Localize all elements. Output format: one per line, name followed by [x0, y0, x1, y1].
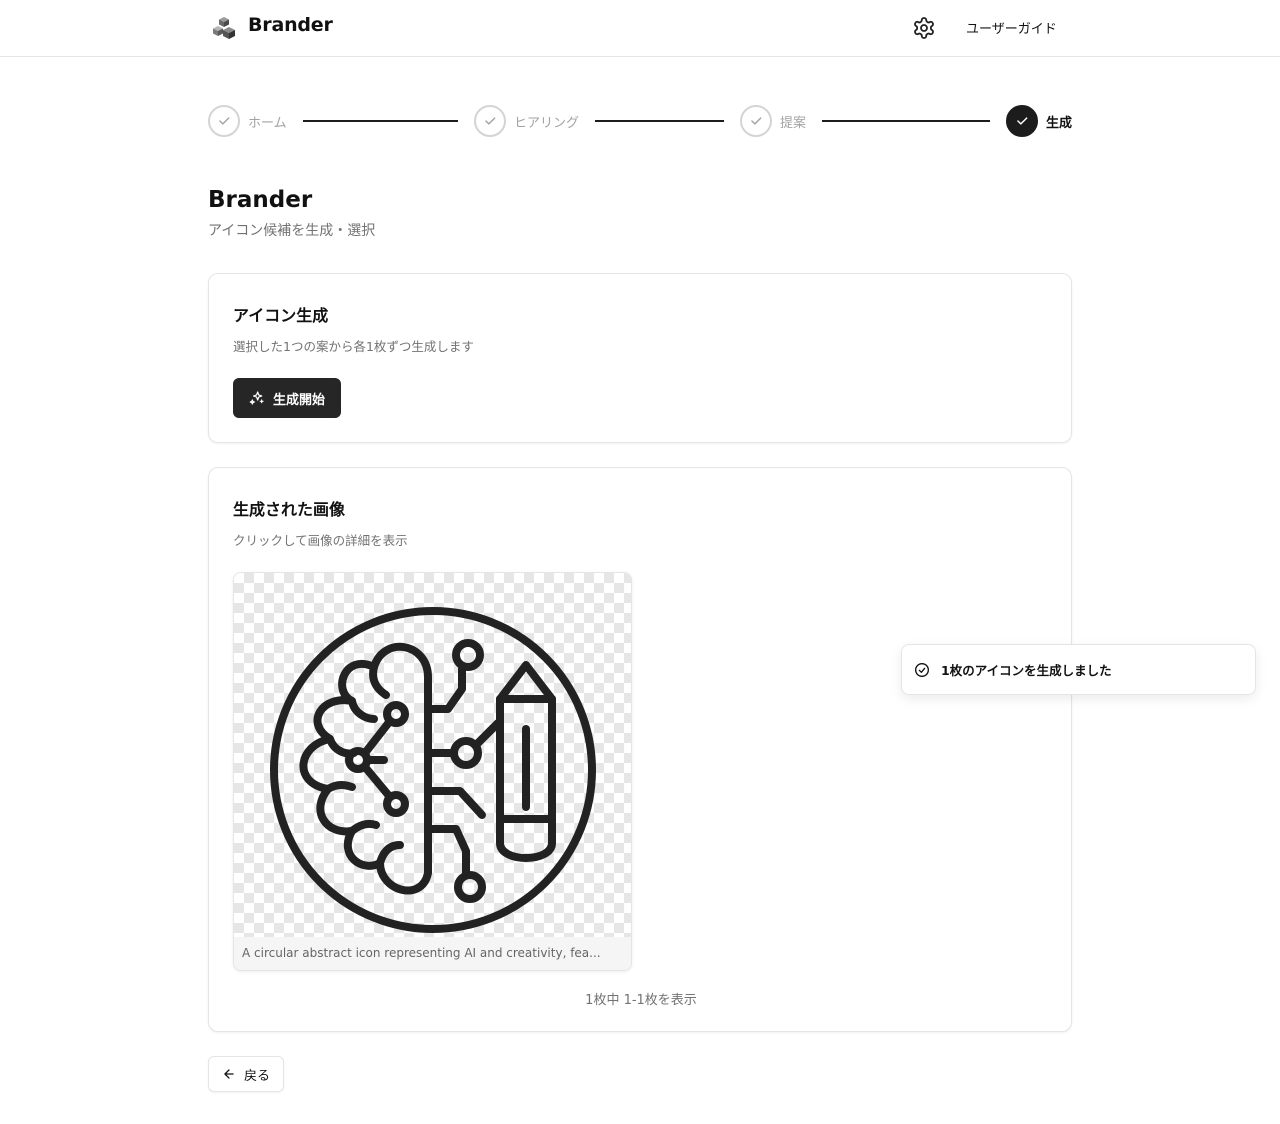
- step-check-circle: [1006, 105, 1038, 137]
- page-subtitle: アイコン候補を生成・選択: [208, 223, 376, 239]
- generated-image-tile[interactable]: A circular abstract icon representing AI…: [233, 572, 632, 971]
- toast-message: 1枚のアイコンを生成しました: [941, 663, 1112, 678]
- cube-stack-icon: [213, 17, 235, 39]
- check-icon: [219, 117, 230, 125]
- check-icon: [485, 117, 496, 125]
- check-icon: [1017, 117, 1028, 125]
- app-title[interactable]: Brander: [248, 14, 333, 36]
- start-generation-button[interactable]: 生成開始: [233, 378, 341, 418]
- step-check-circle: [208, 105, 240, 137]
- check-circle-icon: [915, 662, 929, 677]
- success-toast[interactable]: 1枚のアイコンを生成しました: [901, 644, 1256, 695]
- step-home[interactable]: ホーム: [208, 105, 287, 137]
- step-label: ホーム: [248, 115, 287, 131]
- step-check-circle: [474, 105, 506, 137]
- card-description: クリックして画像の詳細を表示: [233, 533, 408, 548]
- step-label: 生成: [1046, 115, 1073, 131]
- step-connector: [822, 120, 990, 122]
- card-title: アイコン生成: [233, 306, 329, 325]
- step-check-circle: [740, 105, 772, 137]
- step-hearing[interactable]: ヒアリング: [474, 105, 579, 137]
- image-caption: A circular abstract icon representing AI…: [234, 937, 631, 970]
- step-generate[interactable]: 生成: [1006, 105, 1072, 137]
- icon-generation-card: アイコン生成 選択した1つの案から各1枚ずつ生成します 生成開始: [208, 273, 1072, 443]
- progress-stepper: ホーム ヒアリング 提案 生成: [208, 105, 1072, 137]
- user-guide-link[interactable]: ユーザーガイド: [958, 18, 1065, 37]
- card-title: 生成された画像: [233, 500, 346, 519]
- sparkles-icon: [249, 391, 264, 405]
- gear-icon[interactable]: [912, 16, 936, 40]
- brain-circuit-pencil-icon: [270, 607, 596, 933]
- step-connector: [595, 120, 724, 122]
- step-connector: [303, 120, 458, 122]
- page-title: Brander: [208, 187, 313, 213]
- step-label: 提案: [780, 115, 807, 131]
- step-proposal[interactable]: 提案: [740, 105, 806, 137]
- start-generation-label: 生成開始: [272, 392, 325, 408]
- step-label: ヒアリング: [514, 115, 580, 131]
- back-button[interactable]: 戻る: [208, 1056, 284, 1092]
- generated-images-card: 生成された画像 クリックして画像の詳細を表示 A circular abstra…: [208, 467, 1072, 1032]
- back-button-label: 戻る: [243, 1068, 270, 1084]
- pagination-info: 1枚中 1-1枚を表示: [585, 993, 697, 1008]
- top-header: Brander ユーザーガイド: [0, 0, 1280, 57]
- check-icon: [751, 117, 762, 125]
- card-description: 選択した1つの案から各1枚ずつ生成します: [233, 339, 474, 354]
- arrow-left-icon: [224, 1069, 234, 1079]
